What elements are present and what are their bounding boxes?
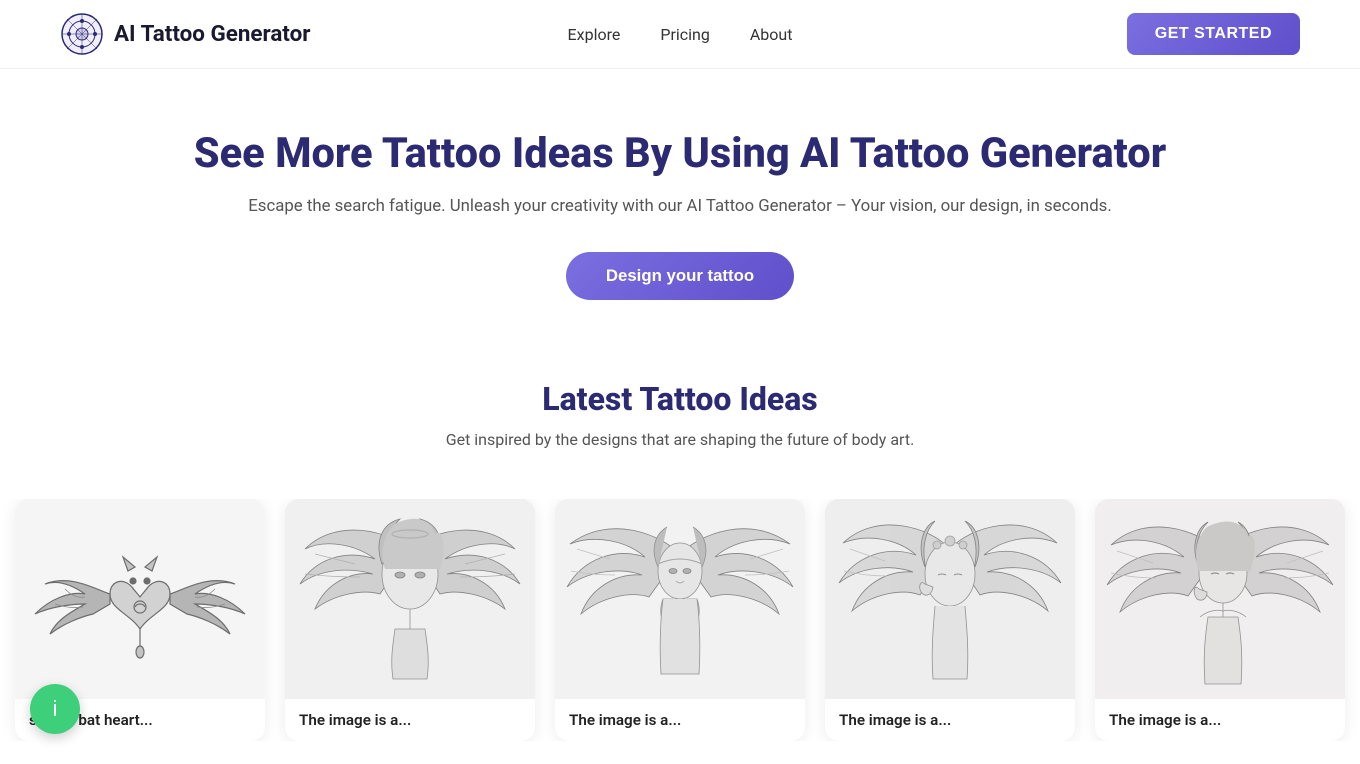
card-image-5	[1095, 499, 1345, 699]
card-image-4	[825, 499, 1075, 699]
brand: AI Tattoo Generator	[60, 12, 310, 56]
chat-icon: i	[53, 696, 58, 722]
logo-icon	[60, 12, 104, 56]
nav-links: Explore Pricing About	[568, 25, 793, 44]
card-label-2: The image is a...	[285, 699, 535, 741]
hero-subtitle: Escape the search fatigue. Unleash your …	[20, 196, 1340, 216]
latest-title: Latest Tattoo Ideas	[20, 380, 1340, 418]
design-tattoo-button[interactable]: Design your tattoo	[566, 252, 794, 300]
card-label-4: The image is a...	[825, 699, 1075, 741]
get-started-button[interactable]: GET STARTED	[1127, 13, 1300, 55]
tattoo-card-4[interactable]: The image is a...	[825, 499, 1075, 741]
navbar: AI Tattoo Generator Explore Pricing Abou…	[0, 0, 1360, 69]
latest-section: Latest Tattoo Ideas Get inspired by the …	[0, 340, 1360, 499]
nav-about[interactable]: About	[750, 25, 793, 44]
tattoo-card-3[interactable]: The image is a...	[555, 499, 805, 741]
tattoo-card-5[interactable]: The image is a...	[1095, 499, 1345, 741]
nav-explore[interactable]: Explore	[568, 25, 621, 44]
nav-pricing[interactable]: Pricing	[660, 25, 710, 44]
latest-subtitle: Get inspired by the designs that are sha…	[20, 430, 1340, 449]
tattoo-card-2[interactable]: The image is a...	[285, 499, 535, 741]
cards-container: simple bat heart...	[0, 499, 1360, 741]
hero-title: See More Tattoo Ideas By Using AI Tattoo…	[20, 129, 1340, 178]
chat-button[interactable]: i	[30, 684, 80, 734]
brand-title: AI Tattoo Generator	[114, 21, 310, 47]
hero-section: See More Tattoo Ideas By Using AI Tattoo…	[0, 69, 1360, 340]
card-label-3: The image is a...	[555, 699, 805, 741]
card-label-5: The image is a...	[1095, 699, 1345, 741]
card-image-2	[285, 499, 535, 699]
card-image-3	[555, 499, 805, 699]
card-image-1	[15, 499, 265, 699]
